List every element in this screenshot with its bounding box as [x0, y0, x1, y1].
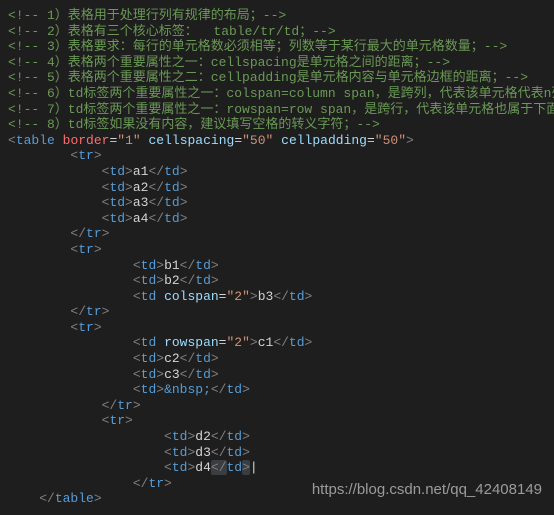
code-line: <td>d4</td>|: [8, 460, 546, 476]
watermark: https://blog.csdn.net/qq_42408149: [312, 481, 542, 499]
comment-line: <!-- 8）td标签如果没有内容，建议填写空格的转义字符；-->: [8, 117, 546, 133]
comment-line: <!-- 6）td标签两个重要属性之一：colspan=column span，…: [8, 86, 546, 102]
code-line: <td>a1</td>: [8, 164, 546, 180]
code-line: <table border="1" cellspacing="50" cellp…: [8, 133, 546, 149]
comment-line: <!-- 1）表格用于处理行列有规律的布局；-->: [8, 8, 546, 24]
code-line: <td>d3</td>: [8, 445, 546, 461]
attr-cellpadding: cellpadding: [281, 133, 367, 148]
code-line: <tr>: [8, 242, 546, 258]
code-line: <td>a2</td>: [8, 180, 546, 196]
code-line: <td>c2</td>: [8, 351, 546, 367]
comment-text: <!-- 7）td标签两个重要属性之一：rowspan=row span，是跨行…: [8, 102, 554, 117]
nbsp-entity: &nbsp;: [164, 382, 211, 397]
attr-cellspacing: cellspacing: [148, 133, 234, 148]
comment-line: <!-- 2）表格有三个核心标签： table/tr/td；-->: [8, 24, 546, 40]
tr-tag: tr: [78, 148, 94, 163]
td-tag: td: [109, 164, 125, 179]
code-line: </tr>: [8, 304, 546, 320]
code-line: <td>b1</td>: [8, 258, 546, 274]
code-line: <td rowspan="2">c1</td>: [8, 335, 546, 351]
code-line: <tr>: [8, 413, 546, 429]
code-line: </tr>: [8, 226, 546, 242]
code-line: <td>d2</td>: [8, 429, 546, 445]
comment-text: <!-- 8）td标签如果没有内容，建议填写空格的转义字符；-->: [8, 117, 380, 132]
comment-text: <!-- 3）表格要求：每行的单元格数必须相等；列数等于某行最大的单元格数量；-…: [8, 39, 507, 54]
code-line: </tr>: [8, 398, 546, 414]
comment-line: <!-- 5）表格两个重要属性之二：cellpadding是单元格内容与单元格边…: [8, 70, 546, 86]
comment-line: <!-- 7）td标签两个重要属性之一：rowspan=row span，是跨行…: [8, 102, 546, 118]
code-line: <td>a4</td>: [8, 211, 546, 227]
comment-text: <!-- 1）表格用于处理行列有规律的布局；-->: [8, 8, 286, 23]
code-editor[interactable]: <!-- 1）表格用于处理行列有规律的布局；--> <!-- 2）表格有三个核心…: [8, 8, 546, 507]
code-line: <tr>: [8, 320, 546, 336]
code-line: <tr>: [8, 148, 546, 164]
comment-text: <!-- 5）表格两个重要属性之二：cellpadding是单元格内容与单元格边…: [8, 70, 528, 85]
text-cursor: |: [250, 460, 258, 475]
comment-text: <!-- 6）td标签两个重要属性之一：colspan=column span，…: [8, 86, 554, 101]
attr-rowspan: rowspan: [164, 335, 219, 350]
code-line: <td>c3</td>: [8, 367, 546, 383]
comment-line: <!-- 4）表格两个重要属性之一：cellspacing是单元格之间的距离；-…: [8, 55, 546, 71]
bracket-highlight: </: [211, 460, 227, 475]
code-line: <td>b2</td>: [8, 273, 546, 289]
comment-text: <!-- 2）表格有三个核心标签： table/tr/td；-->: [8, 24, 336, 39]
attr-colspan: colspan: [164, 289, 219, 304]
bracket-highlight: >: [242, 460, 250, 475]
comment-text: <!-- 4）表格两个重要属性之一：cellspacing是单元格之间的距离；-…: [8, 55, 450, 70]
code-line: <td>a3</td>: [8, 195, 546, 211]
attr-border: border: [63, 133, 110, 148]
table-tag: table: [16, 133, 55, 148]
comment-line: <!-- 3）表格要求：每行的单元格数必须相等；列数等于某行最大的单元格数量；-…: [8, 39, 546, 55]
code-line: <td colspan="2">b3</td>: [8, 289, 546, 305]
code-line: <td>&nbsp;</td>: [8, 382, 546, 398]
